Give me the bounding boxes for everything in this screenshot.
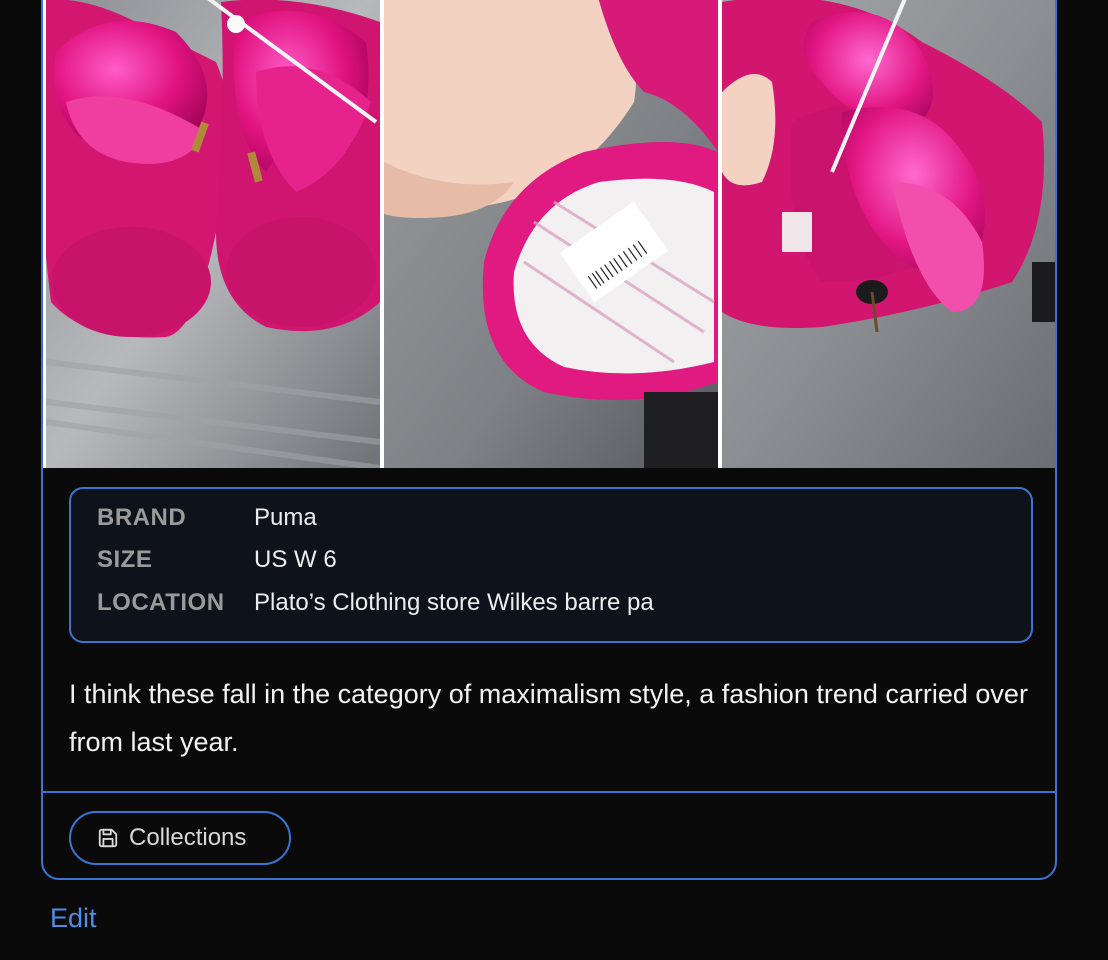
post-description: I think these fall in the category of ma…	[69, 679, 1028, 757]
detail-row-location: LOCATION Plato’s Clothing store Wilkes b…	[97, 588, 654, 618]
size-value: US W 6	[254, 546, 337, 573]
collections-button[interactable]: Collections	[69, 811, 291, 865]
photo-shoe-inner-label[interactable]	[384, 0, 718, 468]
collections-label: Collections	[129, 824, 247, 851]
photo-shoes-side-view[interactable]	[722, 0, 1055, 468]
save-icon	[98, 828, 118, 848]
location-label: LOCATION	[97, 589, 225, 616]
edit-link[interactable]: Edit	[50, 903, 97, 934]
brand-value: Puma	[254, 504, 317, 531]
brand-label: BRAND	[97, 504, 187, 531]
photo-shoes-top-view[interactable]	[46, 0, 380, 468]
photo-gallery	[43, 0, 1055, 468]
detail-row-size: SIZE US W 6	[97, 545, 337, 575]
size-label: SIZE	[97, 546, 153, 573]
shoes-top-view-image	[46, 0, 380, 468]
post-card: BRAND Puma SIZE US W 6 LOCATION Plato’s …	[41, 0, 1057, 880]
shoe-inner-label-image	[384, 0, 718, 468]
card-divider	[43, 791, 1055, 793]
shoes-side-view-image	[722, 0, 1055, 468]
detail-row-brand: BRAND Puma	[97, 503, 317, 533]
location-value: Plato’s Clothing store Wilkes barre pa	[254, 589, 654, 616]
item-details-panel: BRAND Puma SIZE US W 6 LOCATION Plato’s …	[69, 487, 1033, 643]
